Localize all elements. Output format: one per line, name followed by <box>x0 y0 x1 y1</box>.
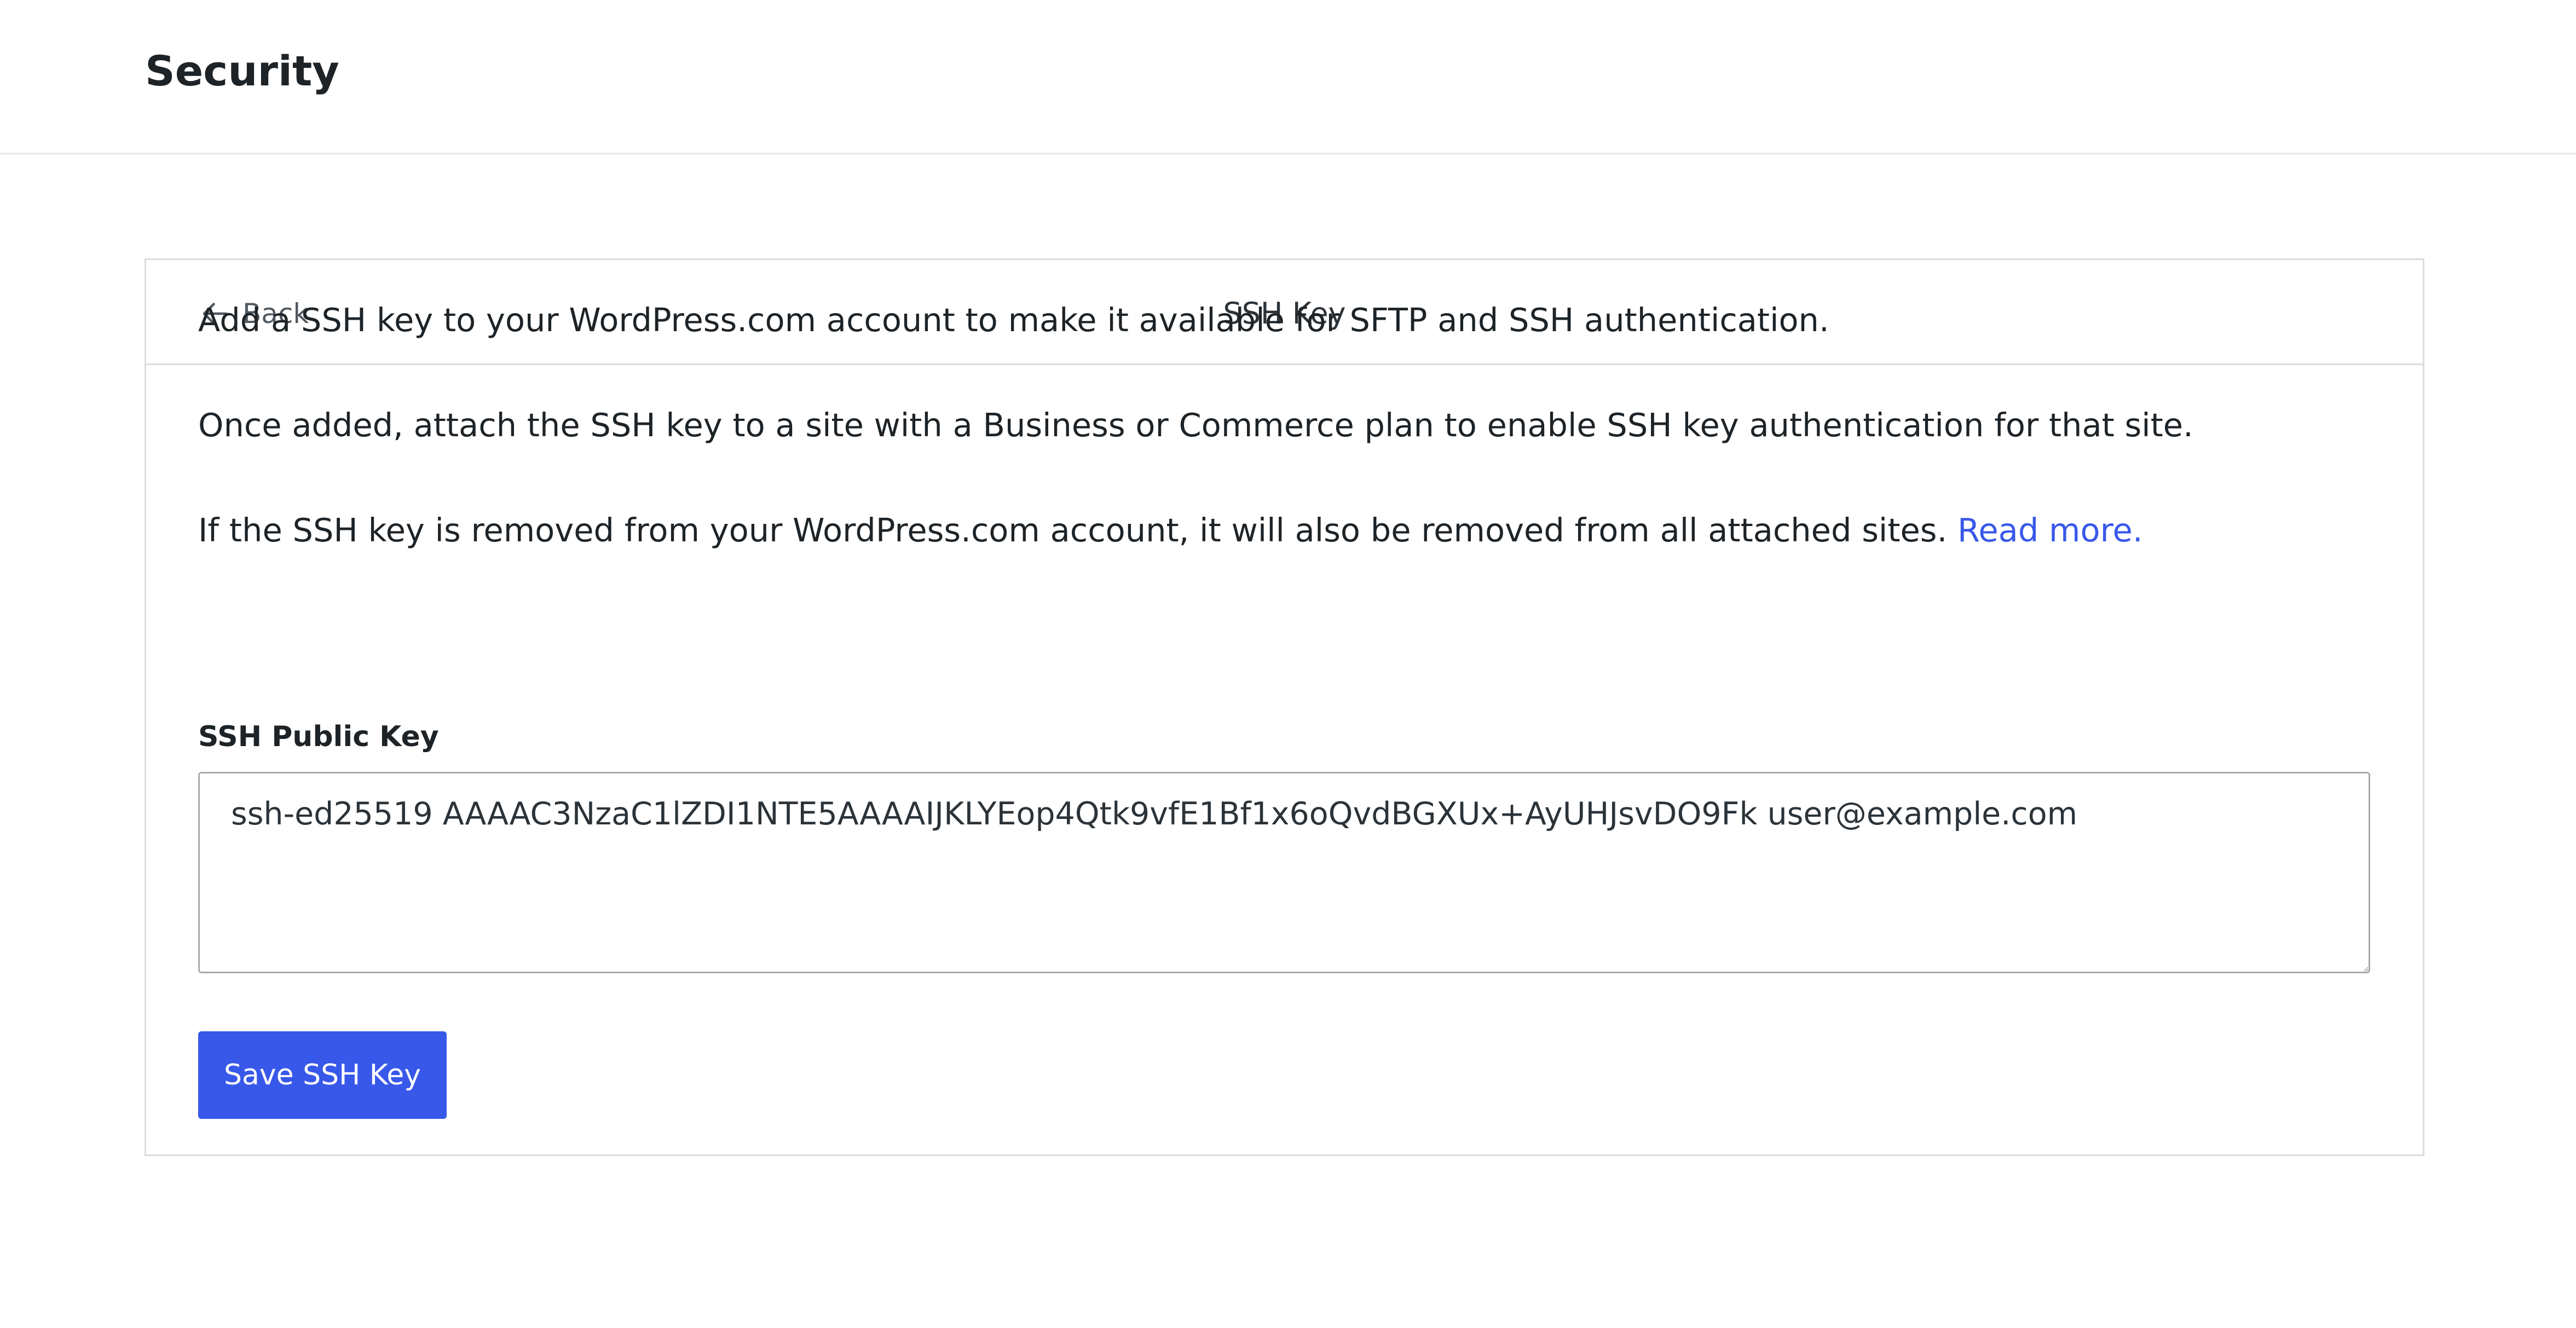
description-text-1: Add a SSH key to your WordPress.com acco… <box>198 301 1829 339</box>
save-ssh-key-button[interactable]: Save SSH Key <box>198 1031 447 1119</box>
description-text-2: Once added, attach the SSH key to a site… <box>198 406 2193 444</box>
description-paragraph-1: Add a SSH key to your WordPress.com acco… <box>198 298 1829 342</box>
description-paragraph-2: Once added, attach the SSH key to a site… <box>198 403 2193 447</box>
page-title: Security <box>145 47 339 95</box>
description-paragraph-3: If the SSH key is removed from your Word… <box>198 509 2143 552</box>
page: Security Back SSH Key Add a SSH key to y… <box>0 0 2576 1328</box>
read-more-link[interactable]: Read more. <box>1957 511 2143 549</box>
description-text-3: If the SSH key is removed from your Word… <box>198 511 1948 549</box>
ssh-key-card: Back SSH Key <box>145 258 2424 1156</box>
top-header: Security <box>0 0 2576 154</box>
ssh-public-key-input[interactable] <box>198 772 2370 973</box>
ssh-public-key-label: SSH Public Key <box>198 720 439 753</box>
